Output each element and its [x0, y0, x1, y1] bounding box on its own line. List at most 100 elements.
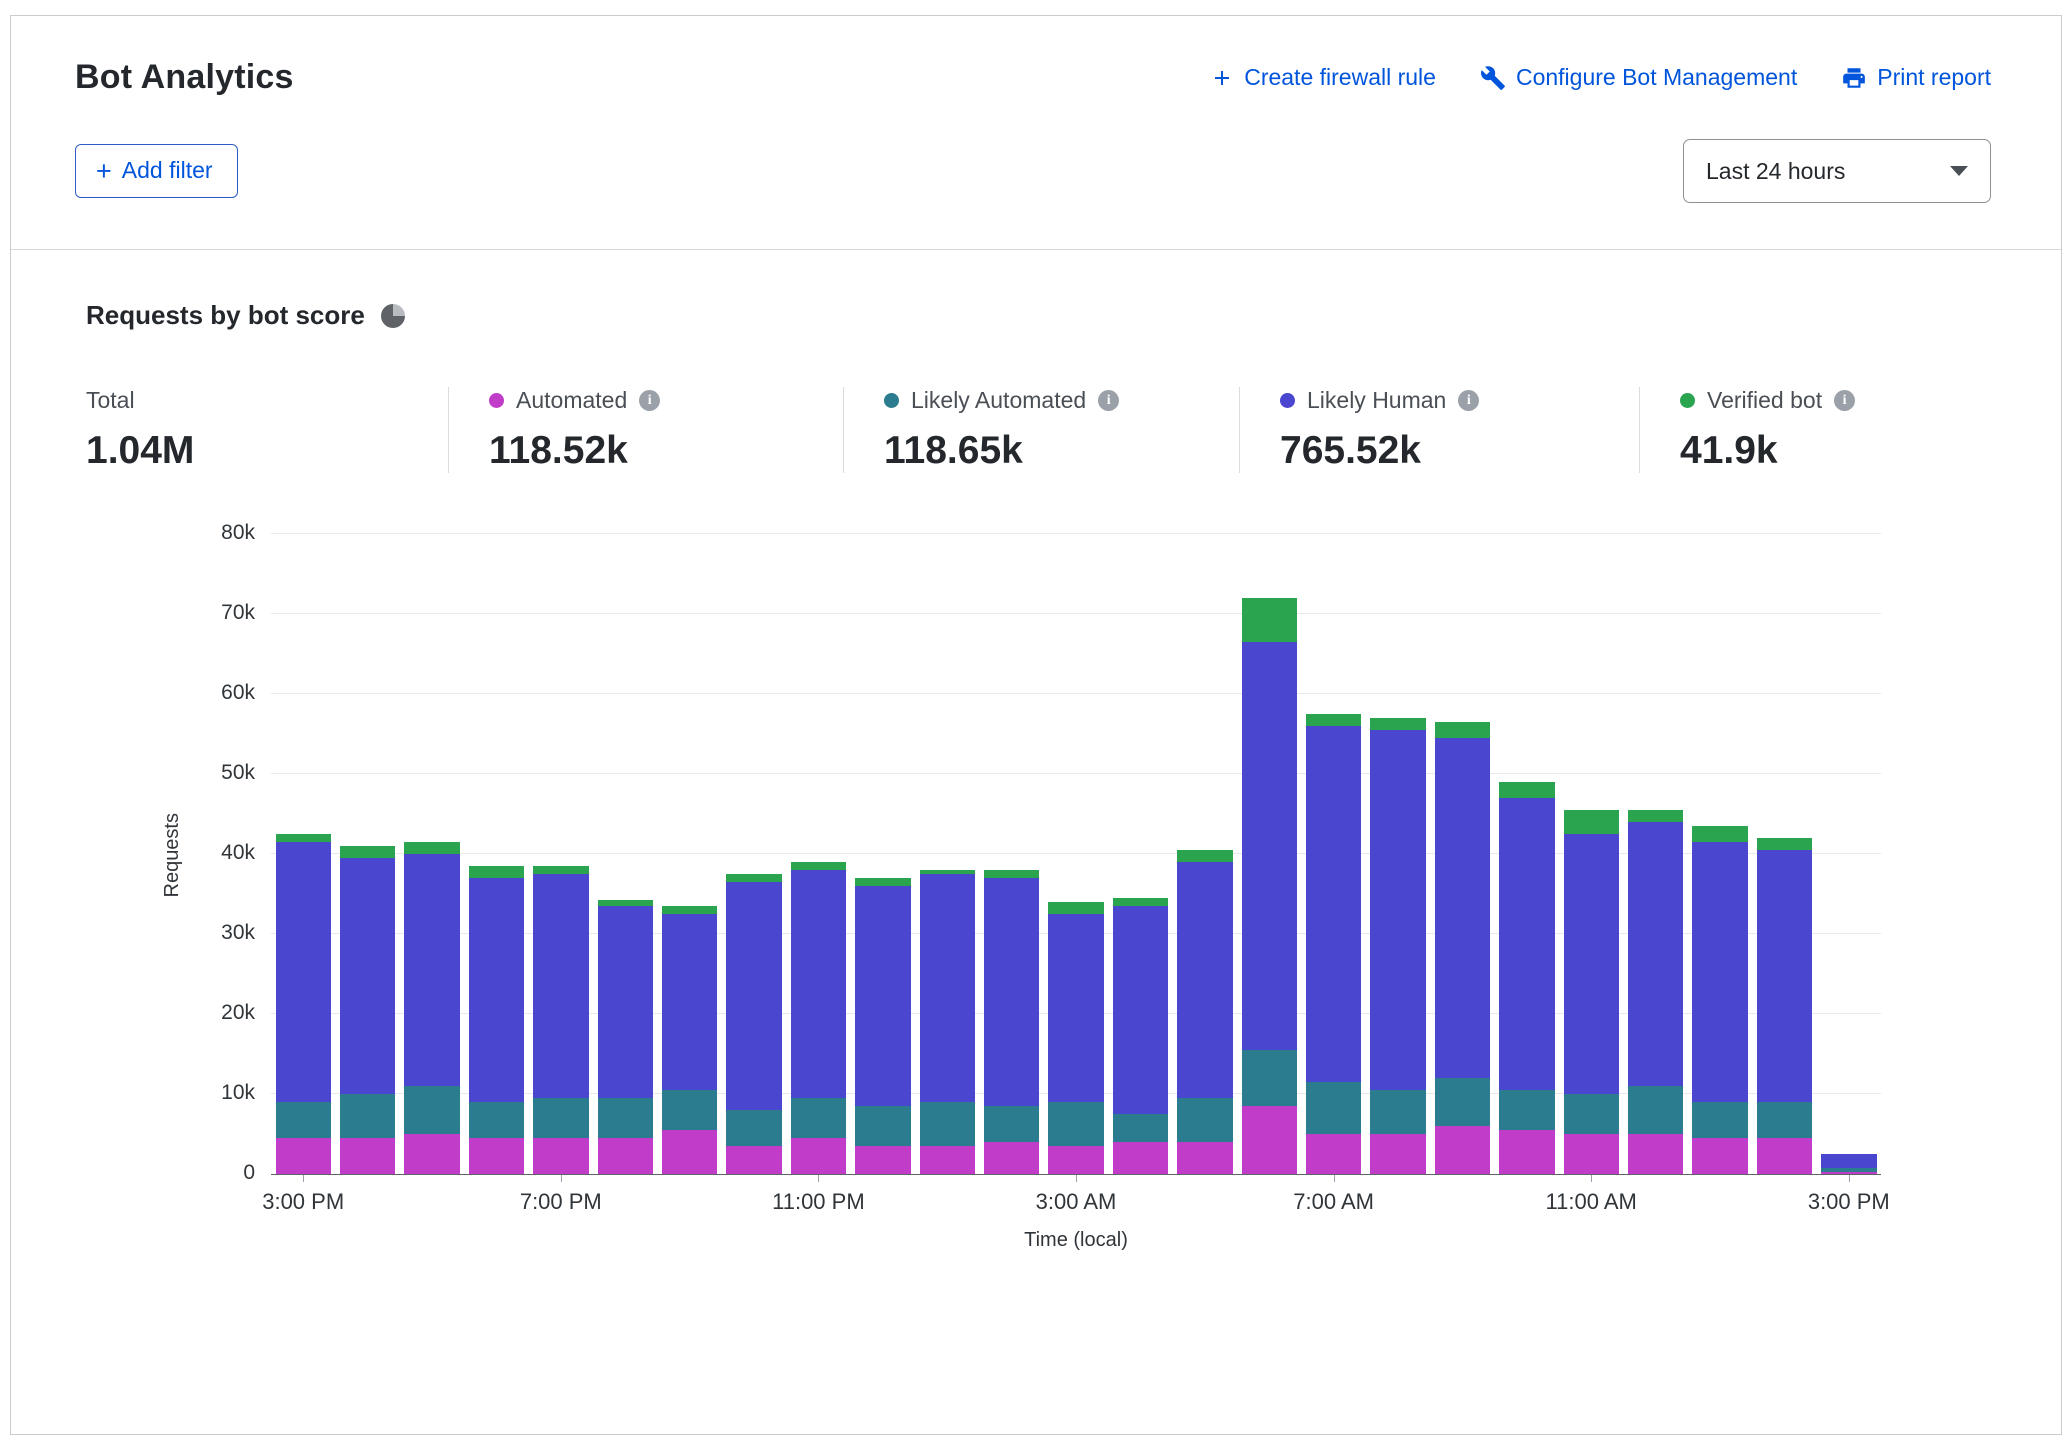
x-axis-tick-mark	[1334, 1175, 1335, 1182]
bar-segment-automated	[1113, 1142, 1168, 1174]
action-link-configure-bot-management[interactable]: Configure Bot Management	[1480, 64, 1797, 91]
bar-segment-likely-automated	[340, 1094, 395, 1138]
bar-segment-verified-bot	[662, 906, 717, 914]
bar-segment-automated	[662, 1130, 717, 1174]
bar-slot	[1817, 535, 1881, 1174]
bar-segment-automated	[1757, 1138, 1812, 1174]
y-axis-tick-label: 60k	[221, 681, 255, 705]
bar-9-00-pm-6	[662, 906, 717, 1174]
bar-segment-verified-bot	[791, 862, 846, 870]
bar-segment-likely-automated	[1692, 1102, 1747, 1138]
x-axis-tick-mark	[561, 1175, 562, 1182]
y-axis-tick-label: 80k	[221, 521, 255, 545]
bar-7-00-pm-4	[533, 866, 588, 1174]
stat-verified-bot: Verified bot i 41.9k	[1639, 387, 1991, 473]
bar-slot	[464, 535, 528, 1174]
stat-value: 1.04M	[86, 429, 448, 473]
x-axis-tick-mark	[303, 1175, 304, 1182]
bar-5-00-am-14	[1177, 850, 1232, 1174]
bar-segment-likely-automated	[791, 1098, 846, 1138]
bar-segment-verified-bot	[984, 870, 1039, 878]
bar-segment-verified-bot	[469, 866, 524, 878]
bar-slot	[1495, 535, 1559, 1174]
bar-slot	[1366, 535, 1430, 1174]
action-link-label: Create firewall rule	[1244, 64, 1436, 91]
bar-segment-likely-automated	[1306, 1082, 1361, 1134]
bar-segment-likely-human	[598, 906, 653, 1098]
bar-1-00-am-10	[920, 870, 975, 1174]
bar-segment-verified-bot	[276, 834, 331, 842]
bar-segment-likely-human	[1306, 726, 1361, 1082]
bar-segment-automated	[726, 1146, 781, 1174]
bar-segment-likely-automated	[1048, 1102, 1103, 1146]
x-axis-tick-label: 3:00 AM	[1036, 1189, 1117, 1215]
bar-slot	[851, 535, 915, 1174]
bar-segment-likely-human	[855, 886, 910, 1106]
action-link-create-firewall-rule[interactable]: Create firewall rule	[1210, 64, 1436, 91]
x-axis-tick-mark	[1591, 1175, 1592, 1182]
bar-segment-likely-human	[1821, 1154, 1876, 1168]
bar-segment-likely-human	[726, 882, 781, 1110]
bar-1-00-pm-22	[1692, 826, 1747, 1174]
bar-segment-likely-human	[404, 854, 459, 1086]
time-range-dropdown[interactable]: Last 24 hours	[1683, 139, 1991, 203]
stat-value: 118.65k	[884, 429, 1239, 473]
bar-10-00-pm-7	[726, 874, 781, 1174]
bar-slot	[1173, 535, 1237, 1174]
y-axis-tick-label: 40k	[221, 841, 255, 865]
bar-slot	[1752, 535, 1816, 1174]
bar-segment-automated	[920, 1146, 975, 1174]
stats-row: Total1.04MAutomatedi118.52kLikely Automa…	[86, 387, 1991, 473]
bar-4-00-am-13	[1113, 898, 1168, 1174]
bar-segment-verified-bot	[1628, 810, 1683, 822]
bar-segment-verified-bot	[1564, 810, 1619, 834]
bar-3-00-pm-0	[276, 834, 331, 1174]
bar-4-00-pm-1	[340, 846, 395, 1174]
y-axis-tick-label: 70k	[221, 601, 255, 625]
bar-segment-verified-bot	[1499, 782, 1554, 798]
x-axis-tick-mark	[1076, 1175, 1077, 1182]
stat-value: 41.9k	[1680, 429, 1991, 473]
bar-segment-likely-human	[1048, 914, 1103, 1102]
stat-total: Total1.04M	[86, 387, 448, 473]
plus-icon: +	[96, 161, 112, 181]
bar-segment-verified-bot	[1113, 898, 1168, 906]
bar-segment-likely-automated	[598, 1098, 653, 1138]
requests-section: Requests by bot score Total1.04MAutomate…	[11, 250, 2061, 1252]
x-axis-tick-label: 3:00 PM	[262, 1189, 344, 1215]
info-icon[interactable]: i	[1098, 390, 1119, 411]
bar-segment-verified-bot	[1242, 598, 1297, 642]
bar-segment-likely-human	[1692, 842, 1747, 1102]
add-filter-button[interactable]: + Add filter	[75, 144, 238, 198]
bar-segment-automated	[1821, 1172, 1876, 1174]
info-icon[interactable]: i	[1458, 390, 1479, 411]
bar-12-00-am-9	[855, 878, 910, 1174]
requests-chart: Requests 010k20k30k40k50k60k70k80k 3:00 …	[161, 535, 1921, 1252]
bar-10-00-am-19	[1499, 782, 1554, 1174]
bar-segment-likely-automated	[1628, 1086, 1683, 1134]
y-axis-tick-label: 20k	[221, 1001, 255, 1025]
bar-segment-automated	[855, 1146, 910, 1174]
bar-3-00-am-12	[1048, 902, 1103, 1174]
bar-12-00-pm-21	[1628, 810, 1683, 1174]
bar-slot	[1559, 535, 1623, 1174]
bar-slot	[529, 535, 593, 1174]
bar-segment-likely-automated	[276, 1102, 331, 1138]
action-link-print-report[interactable]: Print report	[1841, 64, 1991, 91]
bar-segment-likely-human	[1242, 642, 1297, 1050]
bar-segment-likely-automated	[1177, 1098, 1232, 1142]
bar-slot	[1430, 535, 1494, 1174]
stat-label: Verified bot	[1707, 387, 1822, 414]
info-icon[interactable]: i	[1834, 390, 1855, 411]
bar-5-00-pm-2	[404, 842, 459, 1174]
bar-segment-likely-human	[984, 878, 1039, 1106]
bar-8-00-pm-5	[598, 900, 653, 1174]
info-icon[interactable]: i	[639, 390, 660, 411]
bar-slot	[1237, 535, 1301, 1174]
bar-segment-automated	[598, 1138, 653, 1174]
bar-segment-automated	[1177, 1142, 1232, 1174]
bar-segment-automated	[984, 1142, 1039, 1174]
gridline	[271, 533, 1881, 534]
stat-automated: Automatedi118.52k	[448, 387, 843, 473]
chart-plot-area: 010k20k30k40k50k60k70k80k	[271, 535, 1881, 1175]
